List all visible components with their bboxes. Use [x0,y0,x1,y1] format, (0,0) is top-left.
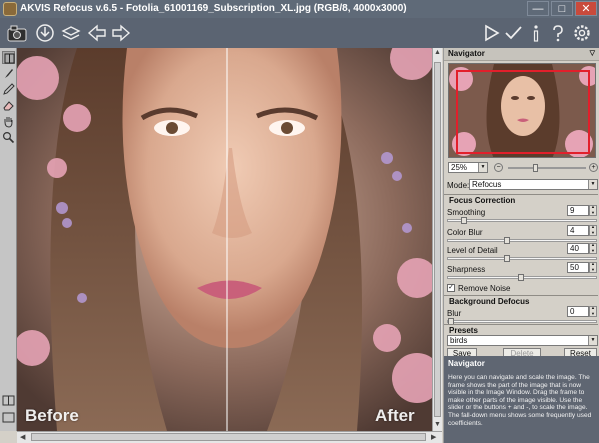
minimize-button[interactable]: — [527,1,549,16]
color-blur-label: Color Blur [447,228,483,237]
horizontal-scroll-thumb[interactable] [31,433,426,441]
smoothing-stepper[interactable] [589,204,597,216]
after-label: After [375,406,415,425]
level-of-detail-slider-knob[interactable] [504,255,510,262]
forward-arrow-icon[interactable] [110,22,132,44]
horizontal-scrollbar[interactable]: ◀ ▶ [17,431,442,443]
tool-column [0,48,17,431]
brush-icon[interactable] [2,67,15,80]
single-view-icon[interactable] [2,411,15,424]
zoom-in-icon[interactable]: + [589,163,598,172]
chevron-down-icon: ▼ [588,180,597,189]
help-title: Navigator [448,359,485,368]
scroll-right-icon[interactable]: ▶ [431,433,436,441]
zoom-select[interactable]: 25% ▼ [448,162,488,173]
level-of-detail-stepper[interactable] [589,242,597,254]
before-label: Before [25,406,79,425]
photo-portrait [17,48,441,431]
image-window[interactable]: Before After [17,48,441,431]
help-icon[interactable] [547,22,569,44]
sharpness-slider-knob[interactable] [518,274,524,281]
color-blur-input[interactable]: 4 [567,225,589,236]
sharpness-label: Sharpness [447,265,486,274]
smoothing-input[interactable]: 9 [567,205,589,216]
window-title: AKVIS Refocus v.6.5 - Fotolia_61001169_S… [20,3,407,14]
collapse-icon[interactable]: ▽ [590,48,595,60]
level-of-detail-slider[interactable] [447,255,597,262]
vertical-scrollbar[interactable]: ▲ ▼ [432,48,442,431]
settings-icon[interactable] [571,22,593,44]
color-blur-stepper[interactable] [589,224,597,236]
mode-value: Refocus [472,180,502,189]
vertical-scroll-thumb[interactable] [434,62,441,417]
remove-noise-checkbox[interactable]: ✓ [447,284,455,292]
download-icon[interactable] [34,22,56,44]
blur-label: Blur [447,309,462,318]
back-arrow-icon[interactable] [86,22,108,44]
scroll-down-icon[interactable]: ▼ [434,421,441,428]
apply-icon[interactable] [502,22,524,44]
navigator-view-frame[interactable] [456,70,590,154]
mode-select[interactable]: Refocus ▼ [469,179,598,190]
zoom-slider-knob[interactable] [533,164,538,172]
blur-stepper[interactable] [589,305,597,317]
blur-input[interactable]: 0 [567,306,589,317]
background-defocus-header: Background Defocus [444,295,598,306]
smoothing-label: Smoothing [447,208,486,217]
settings-panel: Navigator ▽ 25% ▼ − + Mode: Refocus ▼ Fo… [443,48,599,443]
navigator-header: Navigator ▽ [444,48,599,61]
level-of-detail-label: Level of Detail [447,246,498,255]
chevron-down-icon: ▼ [478,163,487,172]
smoothing-slider-knob[interactable] [461,217,467,224]
color-blur-slider-knob[interactable] [504,237,510,244]
camera-icon[interactable] [6,22,28,44]
chevron-down-icon: ▼ [588,336,597,345]
blur-slider[interactable] [447,318,597,325]
batch-icon[interactable] [60,22,82,44]
eraser-icon[interactable] [2,99,15,112]
navigator-title: Navigator [448,49,485,58]
remove-noise-label: Remove Noise [458,284,511,293]
maximize-button[interactable]: □ [551,1,573,16]
info-icon[interactable] [525,22,547,44]
presets-select[interactable]: birds ▼ [447,335,598,346]
color-blur-slider[interactable] [447,237,597,244]
hand-icon[interactable] [2,115,15,128]
presets-value: birds [450,336,468,345]
sharpness-input[interactable]: 50 [567,262,589,273]
zoom-slider[interactable] [508,164,586,172]
title-bar: AKVIS Refocus v.6.5 - Fotolia_61001169_S… [0,0,599,18]
pencil-icon[interactable] [2,83,15,96]
help-text: Here you can navigate and scale the imag… [448,374,592,427]
level-of-detail-input[interactable]: 40 [567,243,589,254]
toolbar [0,18,599,48]
app-logo-icon [3,2,17,16]
sharpness-stepper[interactable] [589,261,597,273]
help-panel: Navigator Here you can navigate and scal… [444,356,599,443]
mode-label: Mode: [447,181,470,190]
focus-correction-header: Focus Correction [444,194,598,205]
preview-window-icon[interactable] [2,51,15,64]
scroll-up-icon[interactable]: ▲ [434,49,441,56]
zoom-value: 25% [451,163,468,172]
zoom-icon[interactable] [2,131,15,144]
zoom-out-icon[interactable]: − [494,163,503,172]
navigator-thumbnail[interactable] [448,63,596,158]
split-view-icon[interactable] [2,394,15,407]
scroll-left-icon[interactable]: ◀ [20,433,25,441]
sharpness-slider[interactable] [447,274,597,281]
smoothing-slider[interactable] [447,217,597,224]
presets-header: Presets [444,324,598,335]
run-icon[interactable] [480,22,502,44]
close-button[interactable]: ✕ [575,1,597,16]
